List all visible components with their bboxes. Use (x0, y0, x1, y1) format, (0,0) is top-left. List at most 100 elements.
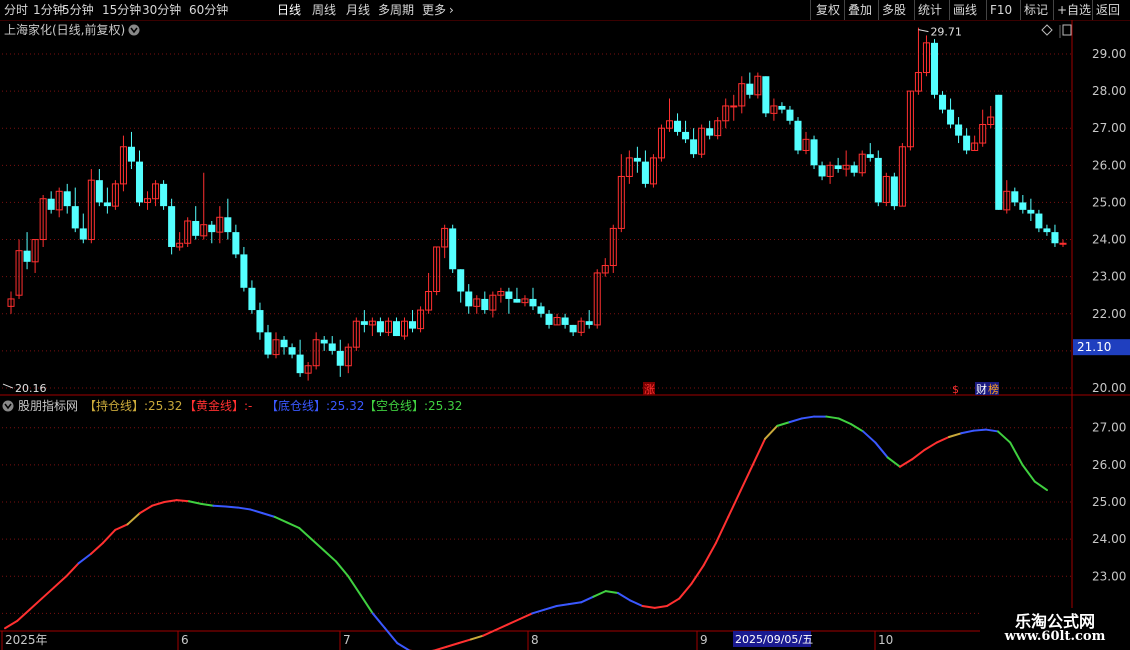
indicator-line-segment (739, 463, 754, 492)
indicator-line-segment (1033, 480, 1048, 492)
indicator-line-segment (138, 504, 154, 515)
indicator-line-segment (89, 541, 105, 555)
toolbar-button-1[interactable]: 叠加 (848, 2, 872, 18)
indicator-line-segment (800, 415, 816, 420)
toolbar-divider (810, 0, 811, 20)
toolbar-divider (1053, 0, 1054, 20)
price-panel-title: 上海家化(日线,前复权) (4, 22, 125, 37)
candle-body (208, 224, 216, 233)
price-tick-label: 27.00 (1092, 121, 1126, 135)
candle-body (1011, 191, 1019, 203)
candle-body (939, 94, 947, 110)
candle-body (288, 347, 296, 355)
period-tab-1[interactable]: 1分钟 (33, 2, 65, 18)
indicator-line-segment (371, 612, 387, 630)
indicator-line-segment (16, 608, 31, 622)
indicator-line-segment (126, 512, 141, 526)
indicator-line-segment (996, 430, 1012, 444)
indicator-tick-label: 24.00 (1092, 532, 1126, 546)
indicator-line-segment (543, 605, 558, 611)
toolbar-button-5[interactable]: F10 (990, 2, 1012, 18)
indicator-tick-label: 25.00 (1092, 495, 1126, 509)
period-tab-3[interactable]: 15分钟 (102, 2, 141, 18)
event-marker: $ (952, 383, 959, 396)
indicator-line-segment (102, 528, 117, 544)
candle-body (409, 321, 417, 329)
toolbar-button-3[interactable]: 统计 (918, 2, 942, 18)
indicator-line-segment (298, 527, 313, 541)
toolbar-button-7[interactable]: +自选 (1057, 2, 1091, 18)
candle-body (127, 146, 135, 162)
indicator-line-segment (151, 501, 166, 507)
indicator-line-segment (837, 417, 852, 425)
indicator-line-segment (886, 456, 901, 468)
toolbar-divider (986, 0, 987, 20)
event-marker: 财 (976, 382, 987, 396)
indicator-line-segment (960, 429, 975, 435)
period-tab-8[interactable]: 月线 (346, 2, 370, 18)
toolbar-button-2[interactable]: 多股 (882, 2, 906, 18)
toolbar-button-6[interactable]: 标记 (1024, 2, 1048, 18)
candle-body (778, 105, 786, 110)
toolbar-divider (1092, 0, 1093, 20)
indicator-line-segment (334, 560, 350, 578)
indicator-line-segment (592, 590, 607, 598)
indicator-line-segment (604, 590, 619, 594)
more-chevron-icon[interactable]: › (449, 2, 454, 18)
period-tab-9[interactable]: 多周期 (378, 2, 414, 18)
selected-date-label: 2025/09/05/五 (735, 633, 813, 646)
indicator-line-segment (653, 605, 668, 609)
indicator-line-segment (518, 612, 534, 620)
indicator-line-segment (310, 538, 325, 552)
indicator-line-segment (751, 437, 767, 466)
indicator-line-segment (261, 512, 276, 518)
indicator-tick-label: 27.00 (1092, 421, 1126, 435)
candle-body (1059, 242, 1067, 245)
candle-body (682, 131, 690, 140)
toolbar-button-4[interactable]: 画线 (953, 2, 977, 18)
period-tab-5[interactable]: 60分钟 (189, 2, 228, 18)
low-arrow (2, 383, 14, 389)
candle-body (561, 317, 569, 325)
indicator-line-segment (359, 593, 374, 615)
candle-body (690, 139, 698, 155)
indicator-line-segment (947, 432, 963, 438)
toolbar-button-0[interactable]: 复权 (816, 2, 840, 18)
indicator-line-segment (531, 608, 546, 615)
period-tab-2[interactable]: 5分钟 (62, 2, 94, 18)
candle-body (103, 202, 111, 207)
candle-body (746, 83, 754, 95)
indicator-chevron-down-icon (2, 400, 14, 412)
candle-body (947, 109, 955, 125)
candle-body (930, 42, 939, 95)
indicator-tick-label: 26.00 (1092, 458, 1126, 472)
high-price-label: 29.71 (930, 26, 962, 39)
candle-body (296, 354, 304, 374)
indicator-line-segment (702, 541, 718, 567)
candle-body (392, 321, 400, 337)
chart-canvas[interactable]: 20.0021.0022.0023.0024.0025.0026.0027.00… (0, 20, 1130, 650)
indicator-line-segment (457, 638, 472, 645)
indicator-line-segment (911, 449, 926, 461)
indicator-line-segment (972, 428, 987, 432)
indicator-line-segment (849, 423, 865, 433)
date-label: 9 (700, 633, 708, 647)
period-tab-0[interactable]: 分时 (4, 2, 28, 18)
indicator-line-segment (40, 586, 56, 600)
period-tab-10[interactable]: 更多 (422, 2, 446, 18)
candle-body (248, 287, 256, 311)
date-label: 6 (181, 633, 189, 647)
candle-body (794, 120, 802, 151)
price-tick-label: 22.00 (1092, 307, 1126, 321)
candle-body (23, 250, 31, 262)
candle-body (874, 157, 882, 203)
candle-body (1027, 209, 1035, 214)
indicator-line-segment (776, 421, 791, 427)
period-tab-4[interactable]: 30分钟 (142, 2, 181, 18)
toolbar-button-8[interactable]: 返回 (1096, 2, 1120, 18)
candle-body (810, 139, 818, 166)
stock-chart-app: 分时 1分钟 5分钟 15分钟 30分钟 60分钟 日线 周线 月线 多周期 更多 › 复权 叠加 多股 统计… (0, 0, 1130, 650)
period-tab-6[interactable]: 日线 (277, 2, 301, 18)
period-tab-7[interactable]: 周线 (312, 2, 336, 18)
indicator-line-segment (212, 504, 227, 508)
